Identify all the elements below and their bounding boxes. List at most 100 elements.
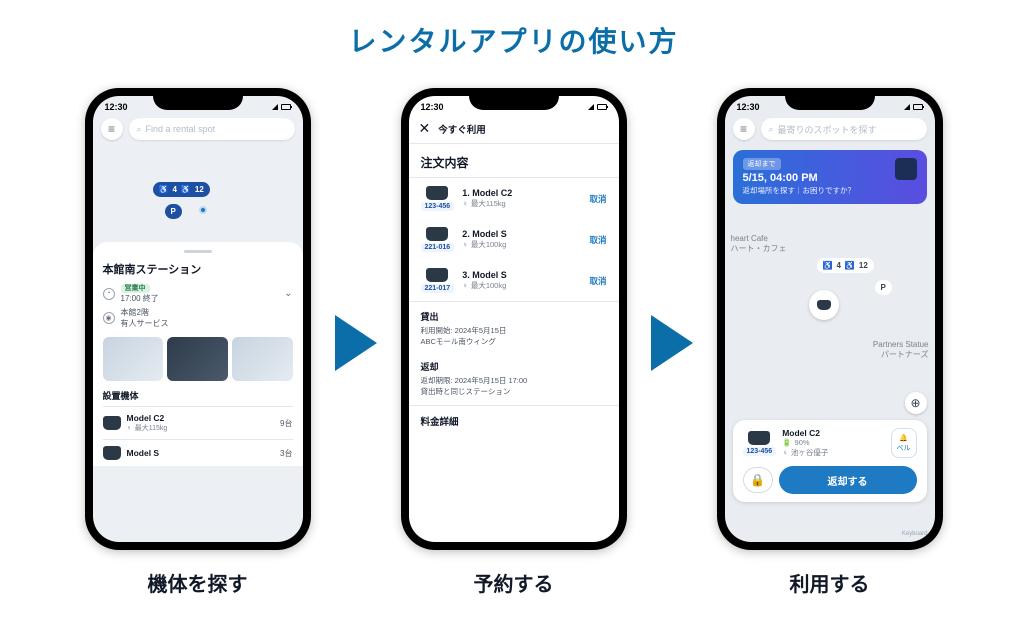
status-time: 12:30 [737,102,760,112]
caption-1: 機体を探す [148,568,248,597]
cancel-button[interactable]: 取消 [589,193,606,205]
model-count: 3台 [280,448,292,459]
status-time: 12:30 [421,102,444,112]
caption-2: 予約する [474,568,554,597]
phone-frame-3: 12:30 ≡ ⌕ 最寄りのスポットを探す 返却まで 5/15, 04:00 P [717,88,943,550]
map-label-cafe: heart Cafe ハート・カフェ [731,234,787,254]
order-item: 221-017 3. Model S ♀最大100kg 取消 [409,260,619,301]
menu-button[interactable]: ≡ [101,118,123,140]
screen-2: 12:30 ✕ 今すぐ利用 注文内容 123-4 [409,96,619,542]
phone-frame-2: 12:30 ✕ 今すぐ利用 注文内容 123-4 [401,88,627,550]
model-row[interactable]: Model S 3台 [103,439,293,466]
unit-card: 123-456 Model C2 🔋 90% ♀ 池ヶ谷優子 🔔 ベル [733,420,927,502]
caption-3: 利用する [790,568,870,597]
current-location-dot [199,206,207,214]
item-name: 2. Model S [462,229,581,239]
open-badge: 営業中 [121,284,150,293]
battery-icon [913,104,923,110]
photo-thumb[interactable] [103,337,164,381]
model-name: Model C2 [127,413,168,423]
search-icon: ⌕ [769,124,774,135]
cancel-button[interactable]: 取消 [589,234,606,246]
item-spec: ♀最大100kg [462,280,581,291]
lend-block: 貸出 利用開始: 2024年5月15日 ABCモール南ウィング [409,301,619,356]
lock-button[interactable]: 🔒 [743,467,773,493]
pin-icon: ◉ [103,312,115,324]
phone-col-3: 12:30 ≡ ⌕ 最寄りのスポットを探す 返却まで 5/15, 04:00 P [717,88,943,597]
fee-heading: 料金詳細 [409,405,619,436]
unit-code: 123-456 [421,202,455,211]
hours-line[interactable]: ◔ 営業中 17:00 終了 ⌄ [103,283,293,304]
signal-icon [904,104,910,110]
model-count: 9台 [280,418,292,429]
search-icon: ⌕ [137,124,142,135]
location-line: ◉ 本館2階 有人サービス [103,307,293,329]
return-block: 返却 返却期限: 2024年5月15日 17:00 貸出時と同じステーション [409,356,619,406]
signal-icon [272,104,278,110]
lend-line2: ABCモール南ウィング [421,336,607,347]
bell-button[interactable]: 🔔 ベル [891,428,917,458]
lend-heading: 貸出 [421,310,607,323]
scooter-icon [426,186,448,200]
unit-user: ♀ 池ヶ谷優子 [782,447,884,458]
return-line2: 貸出時と同じステーション [421,386,607,397]
map-pill-availability[interactable]: ♿4 ♿12 [153,182,210,197]
modal-title: 今すぐ利用 [438,122,486,136]
menu-button[interactable]: ≡ [733,118,755,140]
item-spec: ♀最大100kg [462,239,581,250]
locate-button[interactable]: ⊕ [905,392,927,414]
map-pill-parking[interactable]: P [165,204,182,219]
banner-datetime: 5/15, 04:00 PM [743,172,917,184]
unit-code: 221-016 [421,243,455,252]
phone-col-2: 12:30 ✕ 今すぐ利用 注文内容 123-4 [401,88,627,597]
phone-col-1: 12:30 ≡ ⌕ Find a rental spot [85,88,311,597]
arrow-icon [335,315,377,371]
phones-row: 12:30 ≡ ⌕ Find a rental spot [85,88,943,597]
chevron-down-icon: ⌄ [284,288,292,299]
page-title: レンタルアプリの使い方 [348,20,678,60]
status-bar: 12:30 [409,96,619,114]
modal-header: ✕ 今すぐ利用 [409,114,619,144]
station-name: 本館南ステーション [103,261,293,277]
search-input[interactable]: ⌕ Find a rental spot [129,118,295,140]
banner-tag: 返却まで [743,158,781,170]
photo-thumb[interactable] [167,337,228,381]
search-placeholder: Find a rental spot [146,124,216,134]
order-heading: 注文内容 [409,144,619,178]
arrow-icon [651,315,693,371]
status-time: 12:30 [105,102,128,112]
item-spec: ♀最大115kg [462,198,581,209]
phone-frame-1: 12:30 ≡ ⌕ Find a rental spot [85,88,311,550]
photo-thumb[interactable] [232,337,293,381]
search-input[interactable]: ⌕ 最寄りのスポットを探す [761,118,927,140]
clock-icon: ◔ [103,288,115,300]
photo-gallery[interactable] [103,337,293,381]
map-pill-availability[interactable]: ♿4 ♿12 [817,258,874,273]
item-name: 1. Model C2 [462,188,581,198]
current-unit-marker[interactable] [809,290,839,320]
map-area[interactable]: ♿4 ♿12 P [93,146,303,242]
scooter-icon [103,446,121,460]
model-spec: ♀最大115kg [127,423,168,433]
status-sys-icons [904,104,923,110]
map-pill-parking[interactable]: P [875,280,892,295]
lend-line1: 利用開始: 2024年5月15日 [421,325,607,336]
return-button[interactable]: 返却する [779,466,917,494]
wheelchair-icon: ♿ [181,185,191,194]
location-floor: 本館2階 [121,307,169,318]
model-row[interactable]: Model C2 ♀最大115kg 9台 [103,406,293,439]
unit-code: 221-017 [421,284,455,293]
order-item: 221-016 2. Model S ♀最大100kg 取消 [409,219,619,260]
unit-name: Model C2 [782,428,884,438]
return-heading: 返却 [421,360,607,373]
map-area[interactable]: heart Cafe ハート・カフェ ♿4 ♿12 P Partners Sta… [725,210,935,420]
order-item: 123-456 1. Model C2 ♀最大115kg 取消 [409,178,619,219]
close-icon[interactable]: ✕ [419,120,431,137]
top-bar: ≡ ⌕ 最寄りのスポットを探す [725,114,935,146]
top-bar: ≡ ⌕ Find a rental spot [93,114,303,146]
device-icon [895,158,917,180]
sheet-handle[interactable] [184,250,212,253]
return-banner[interactable]: 返却まで 5/15, 04:00 PM 返却場所を探す｜お困りですか？ [733,150,927,204]
cancel-button[interactable]: 取消 [589,275,606,287]
status-bar: 12:30 [93,96,303,114]
